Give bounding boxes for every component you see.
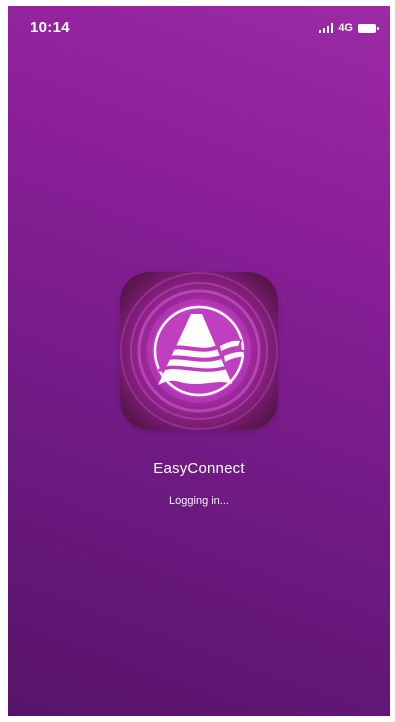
status-bar: 10:14 4G (8, 6, 390, 50)
splash-content: EasyConnect Logging in... (8, 272, 390, 507)
status-indicators: 4G (318, 21, 379, 35)
signal-icon (318, 23, 334, 33)
easyconnect-logo-icon (120, 272, 278, 430)
app-name: EasyConnect (153, 460, 245, 477)
status-time: 10:14 (30, 19, 70, 36)
battery-icon (358, 23, 379, 33)
app-logo (120, 272, 278, 430)
loading-screen: 10:14 4G EasyConnect Logging in... (8, 6, 390, 716)
login-status-text: Logging in... (169, 495, 229, 507)
network-type: 4G (338, 22, 353, 34)
device-frame: 10:14 4G EasyConnect Logging in... (0, 0, 395, 722)
